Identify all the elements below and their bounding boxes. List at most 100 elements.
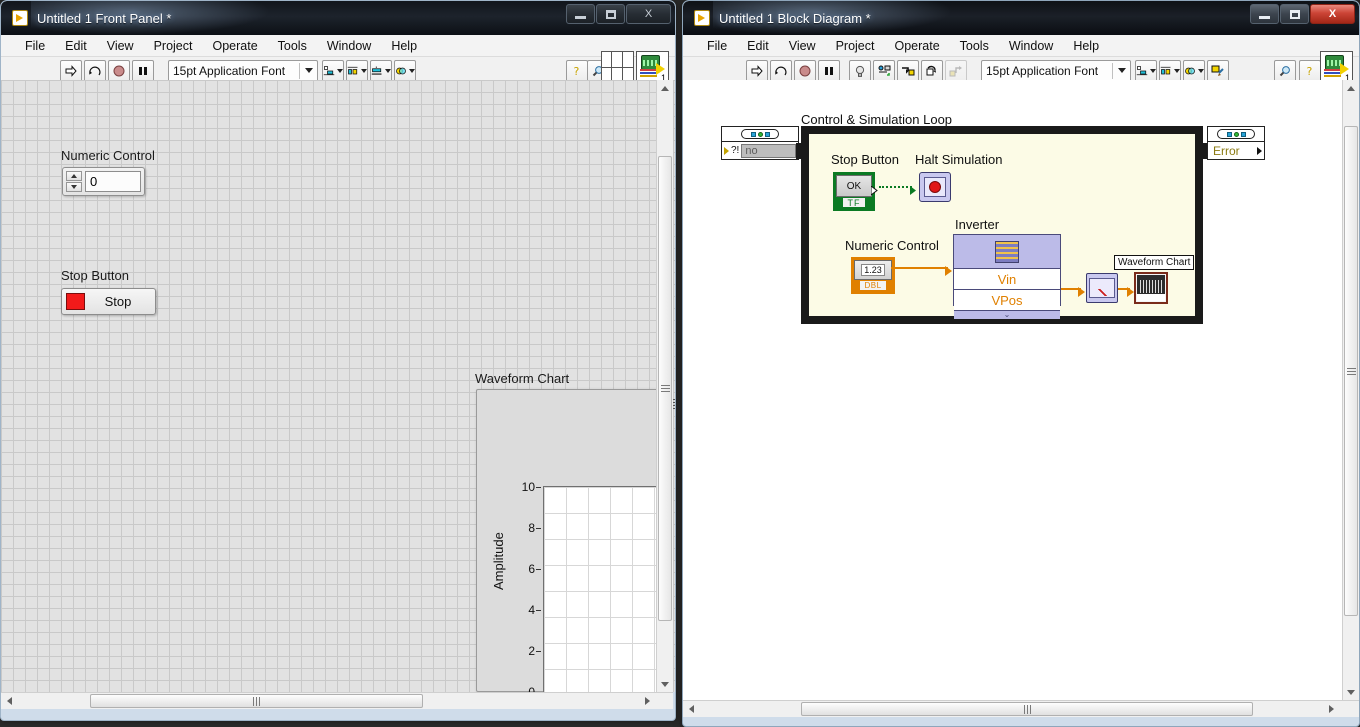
front-panel-menubar[interactable]: File Edit View Project Operate Tools Win…: [1, 35, 675, 57]
menu-project[interactable]: Project: [826, 37, 885, 55]
block-diagram-vertical-scrollbar[interactable]: [1342, 80, 1359, 700]
scroll-down-icon[interactable]: [1343, 684, 1359, 700]
distribute-objects-button[interactable]: [346, 59, 368, 82]
numeric-stepper[interactable]: [66, 171, 82, 192]
horizontal-scroll-thumb[interactable]: [90, 694, 423, 708]
simulation-display-node[interactable]: [1086, 273, 1118, 303]
scroll-right-icon[interactable]: [1323, 701, 1339, 717]
align-objects-button[interactable]: [1135, 59, 1157, 82]
menu-view[interactable]: View: [779, 37, 826, 55]
error-out-terminal[interactable]: Error: [1207, 126, 1265, 160]
numeric-terminal-face: 1.23: [854, 260, 892, 280]
step-out-button[interactable]: [945, 59, 967, 82]
maximize-button[interactable]: [1280, 4, 1309, 24]
halt-simulation-node[interactable]: [919, 172, 951, 202]
scroll-up-icon[interactable]: [1343, 80, 1359, 96]
error-in-value[interactable]: no: [741, 143, 796, 158]
distribute-objects-button[interactable]: [1159, 59, 1181, 82]
scroll-up-icon[interactable]: [657, 80, 673, 96]
menu-help[interactable]: Help: [1063, 37, 1109, 55]
menu-operate[interactable]: Operate: [202, 37, 267, 55]
y-tick: 2: [499, 644, 541, 658]
maximize-button[interactable]: [596, 4, 625, 24]
scroll-right-icon[interactable]: [639, 693, 655, 709]
menu-tools[interactable]: Tools: [268, 37, 317, 55]
menu-window[interactable]: Window: [317, 37, 381, 55]
waveform-chart-terminal[interactable]: [1134, 272, 1168, 304]
numeric-wire[interactable]: [891, 267, 948, 269]
menu-operate[interactable]: Operate: [884, 37, 949, 55]
front-panel-horizontal-scrollbar[interactable]: [1, 692, 673, 709]
stepper-down-icon[interactable]: [66, 182, 82, 192]
menu-edit[interactable]: Edit: [55, 37, 97, 55]
numeric-input[interactable]: 0: [85, 171, 141, 192]
block-diagram-window-buttons[interactable]: X: [1250, 4, 1355, 24]
pause-button[interactable]: [818, 59, 840, 82]
context-help-button[interactable]: ?: [566, 59, 588, 82]
error-in-terminal[interactable]: ?! no: [721, 126, 799, 160]
numeric-control-terminal[interactable]: 1.23 DBL: [851, 257, 895, 294]
reorder-button[interactable]: [1183, 59, 1205, 82]
retain-wire-values-button[interactable]: [873, 59, 895, 82]
front-panel-canvas[interactable]: Numeric Control 0 Stop Button Stop Wavef…: [1, 80, 675, 692]
boolean-wire[interactable]: [879, 186, 912, 188]
menu-edit[interactable]: Edit: [737, 37, 779, 55]
menu-window[interactable]: Window: [999, 37, 1063, 55]
highlight-execution-button[interactable]: [849, 59, 871, 82]
menu-help[interactable]: Help: [381, 37, 427, 55]
step-into-button[interactable]: [897, 59, 919, 82]
block-diagram-horizontal-scrollbar[interactable]: [683, 700, 1359, 717]
waveform-chart[interactable]: Amplitude 10 8 6 4 2 0 0 1 2 3 4 Time: [476, 389, 675, 692]
run-button[interactable]: [746, 59, 768, 82]
block-diagram-menubar[interactable]: File Edit View Project Operate Tools Win…: [683, 35, 1359, 57]
inverter-input-vin[interactable]: Vin: [954, 268, 1060, 289]
align-objects-button[interactable]: [322, 59, 344, 82]
font-selector[interactable]: 15pt Application Font: [981, 59, 1131, 82]
close-button[interactable]: X: [1310, 4, 1355, 24]
loop-interior[interactable]: Stop Button OK TF Halt Simulation Numeri…: [809, 134, 1195, 319]
minimize-button[interactable]: [1250, 4, 1279, 24]
block-diagram-window[interactable]: Untitled 1 Block Diagram * X File Edit V…: [682, 0, 1360, 727]
control-simulation-loop[interactable]: Stop Button OK TF Halt Simulation Numeri…: [801, 126, 1203, 324]
menu-file[interactable]: File: [15, 37, 55, 55]
horizontal-scroll-thumb[interactable]: [801, 702, 1253, 716]
front-panel-vertical-scrollbar[interactable]: [656, 80, 673, 692]
front-panel-window-buttons[interactable]: X: [566, 4, 671, 24]
inverter-input-vpos[interactable]: VPos: [954, 289, 1060, 310]
inverter-subvi[interactable]: Vin VPos ⌄: [953, 234, 1061, 319]
abort-execution-button[interactable]: [108, 59, 130, 82]
scroll-left-icon[interactable]: [683, 701, 699, 717]
clean-up-diagram-button[interactable]: [1207, 59, 1229, 82]
stepper-up-icon[interactable]: [66, 171, 82, 181]
inverter-expand-footer[interactable]: ⌄: [954, 310, 1060, 319]
search-button[interactable]: [1274, 59, 1296, 82]
abort-execution-button[interactable]: [794, 59, 816, 82]
front-panel-titlebar[interactable]: Untitled 1 Front Panel * X: [1, 1, 675, 35]
vertical-scroll-thumb[interactable]: [1344, 126, 1358, 616]
menu-tools[interactable]: Tools: [950, 37, 999, 55]
minimize-button[interactable]: [566, 4, 595, 24]
menu-file[interactable]: File: [697, 37, 737, 55]
reorder-button[interactable]: [394, 59, 416, 82]
vertical-scroll-thumb[interactable]: [658, 156, 672, 621]
numeric-control[interactable]: 0: [62, 167, 145, 196]
run-continuously-button[interactable]: [84, 59, 106, 82]
close-button[interactable]: X: [626, 4, 671, 24]
scroll-left-icon[interactable]: [1, 693, 17, 709]
menu-view[interactable]: View: [97, 37, 144, 55]
menu-project[interactable]: Project: [144, 37, 203, 55]
font-selector[interactable]: 15pt Application Font: [168, 59, 318, 82]
desktop: Untitled 1 Front Panel * X File Edit Vie…: [0, 0, 1360, 727]
front-panel-window[interactable]: Untitled 1 Front Panel * X File Edit Vie…: [0, 0, 676, 721]
scroll-down-icon[interactable]: [657, 676, 673, 692]
resize-objects-button[interactable]: [370, 59, 392, 82]
run-continuously-button[interactable]: [770, 59, 792, 82]
pause-button[interactable]: [132, 59, 154, 82]
step-over-button[interactable]: [921, 59, 943, 82]
stop-button[interactable]: Stop: [61, 288, 156, 315]
stop-button-terminal[interactable]: OK TF: [833, 172, 875, 211]
block-diagram-titlebar[interactable]: Untitled 1 Block Diagram * X: [683, 1, 1359, 35]
run-button[interactable]: [60, 59, 82, 82]
chart-plot-area[interactable]: [543, 486, 673, 692]
block-diagram-canvas[interactable]: Control & Simulation Loop ?! no Stop But…: [683, 80, 1359, 700]
